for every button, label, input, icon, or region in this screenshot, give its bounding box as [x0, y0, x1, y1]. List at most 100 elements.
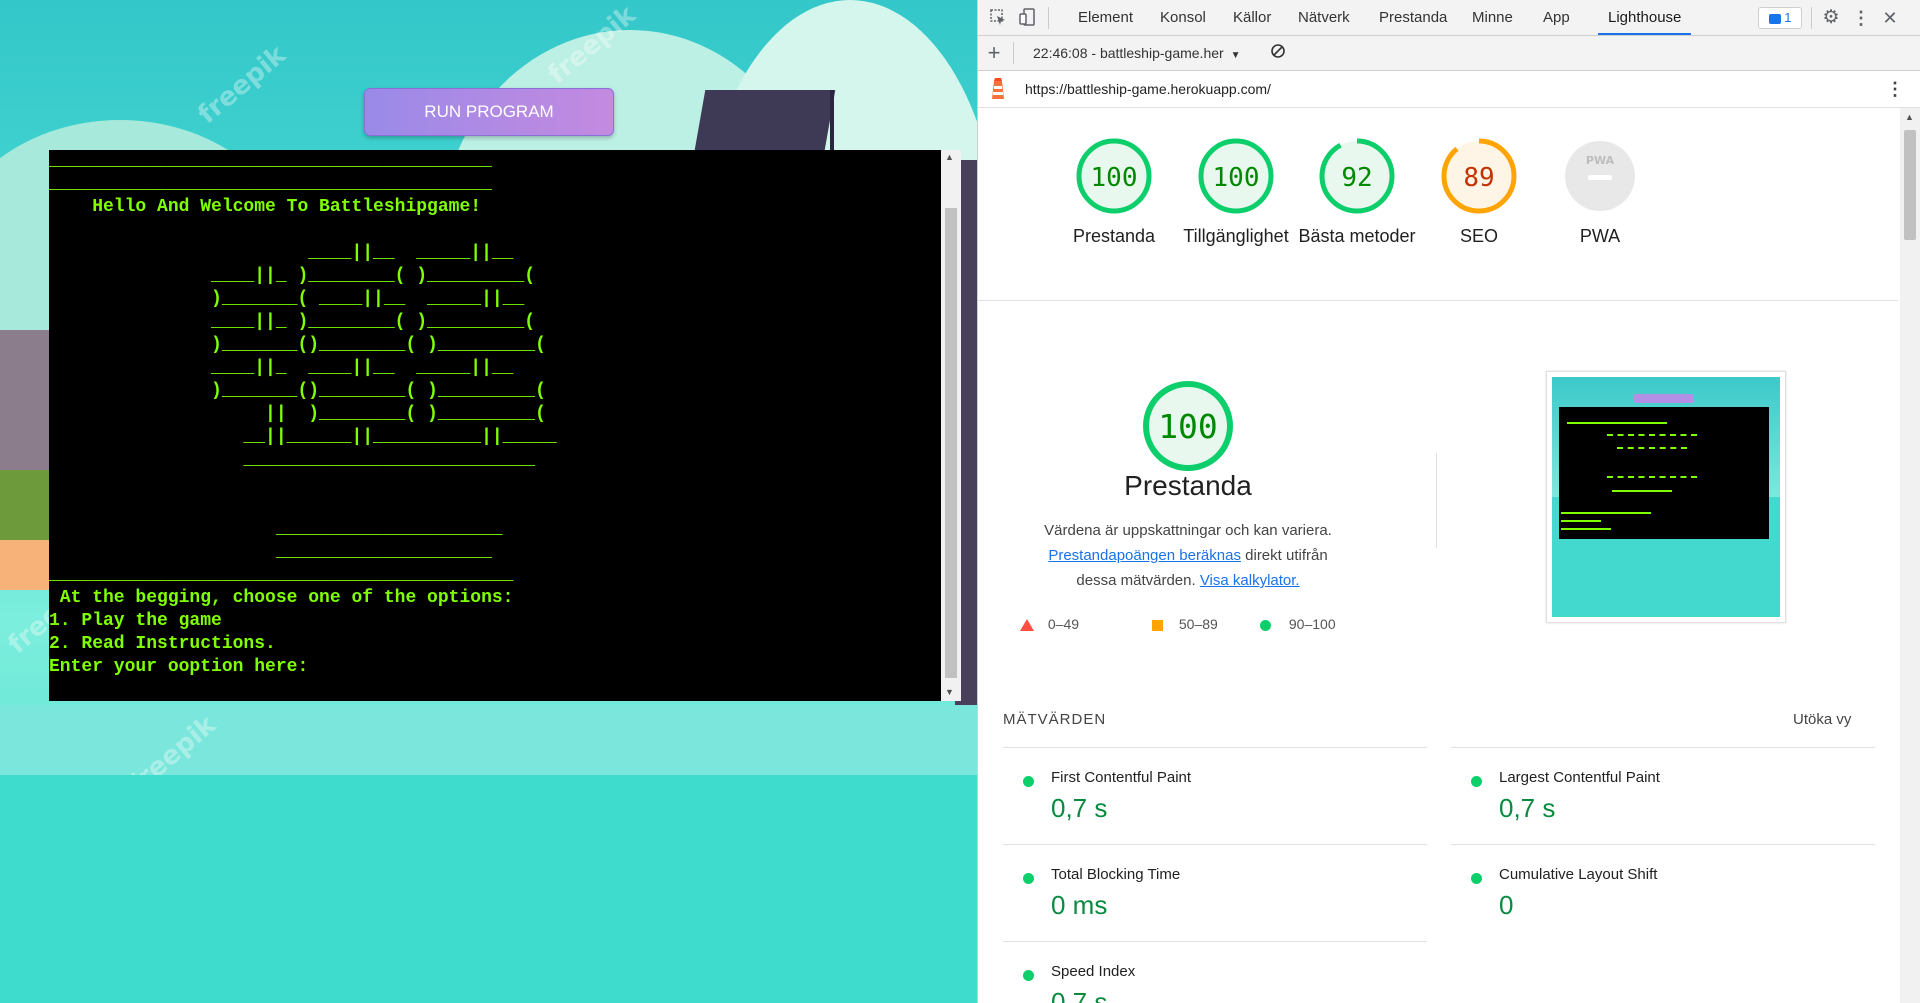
- score-legend: 0–49 50–89 90–100: [1020, 616, 1420, 640]
- expand-view-button[interactable]: Utöka vy: [1793, 711, 1851, 728]
- gauge-ring: 92: [1319, 138, 1395, 214]
- metric-label: Cumulative Layout Shift: [1499, 866, 1658, 883]
- metric-lcp: Largest Contentful Paint 0,7 s: [1451, 747, 1875, 843]
- description-text: Värdena är uppskattningar och kan varier…: [1044, 522, 1332, 539]
- score-gauge-seo[interactable]: 89 SEO: [1419, 134, 1539, 249]
- metric-si: Speed Index 0,7 s: [1003, 941, 1427, 1003]
- inspect-icon[interactable]: [988, 8, 1008, 28]
- device-toolbar-icon[interactable]: [1018, 8, 1038, 28]
- metric-label: Speed Index: [1051, 963, 1136, 980]
- watermark: freepik: [192, 40, 292, 130]
- more-icon[interactable]: ⋮: [1851, 8, 1871, 28]
- chevron-down-icon: ▼: [1230, 50, 1241, 61]
- report-scroll-thumb[interactable]: [1904, 130, 1916, 240]
- terminal-output: ________________________________________…: [49, 151, 557, 677]
- report-scrollbar[interactable]: ▲: [1900, 108, 1920, 1003]
- terminal[interactable]: ________________________________________…: [49, 150, 941, 701]
- metric-value: 0 ms: [1051, 890, 1108, 920]
- gauge-label: Tillgänglighet: [1183, 226, 1289, 246]
- metric-fcp: First Contentful Paint 0,7 s: [1003, 747, 1427, 843]
- score-gauge-pwa[interactable]: PWA PWA: [1540, 134, 1660, 249]
- score-gauge-prestanda[interactable]: 100 Prestanda: [1054, 134, 1174, 249]
- score-gauge-basta-metoder[interactable]: 92 Bästa metoder: [1297, 134, 1417, 249]
- gauge-label: Bästa metoder: [1298, 226, 1416, 246]
- legend-item-average: 50–89: [1152, 616, 1218, 632]
- score-gauge-tillganglighet[interactable]: 100 Tillgänglighet: [1176, 134, 1296, 249]
- gauge-ring: 100: [1076, 138, 1152, 214]
- main-score-description: Värdena är uppskattningar och kan varier…: [1028, 518, 1348, 593]
- add-icon[interactable]: +: [984, 42, 1004, 64]
- devtools-panel: Element Konsol Källor Nätverk Prestanda …: [977, 0, 1920, 1003]
- divider: [978, 300, 1898, 301]
- lighthouse-report: 100 Prestanda 100 Tillgänglighet 92 Bästa m…: [978, 108, 1898, 1003]
- circle-icon: [1260, 619, 1271, 631]
- metric-value: 0,7 s: [1499, 793, 1556, 823]
- gauge-score-value: 92: [1341, 163, 1372, 193]
- main-score-gauge: 100: [1128, 366, 1248, 486]
- terminal-scrollbar[interactable]: ▲ ▼: [941, 150, 961, 701]
- pass-dot-icon: [1023, 970, 1034, 981]
- pass-dot-icon: [1023, 873, 1034, 884]
- report-select[interactable]: 22:46:08 - battleship-game.her ▼: [1033, 36, 1240, 70]
- tab-element[interactable]: Element: [1078, 0, 1133, 35]
- metric-tbt: Total Blocking Time 0 ms: [1003, 844, 1427, 940]
- tab-prestanda[interactable]: Prestanda: [1379, 0, 1447, 35]
- gauge-score-value: 100: [1091, 163, 1138, 193]
- lighthouse-icon: [988, 77, 1008, 106]
- lighthouse-toolbar: + 22:46:08 - battleship-game.her ▼: [978, 36, 1920, 71]
- metric-label: Largest Contentful Paint: [1499, 769, 1660, 786]
- gauge-ring: 89: [1441, 138, 1517, 214]
- tab-app[interactable]: App: [1543, 0, 1570, 35]
- metric-value: 0,7 s: [1051, 987, 1108, 1003]
- metric-value: 0,7 s: [1051, 793, 1108, 823]
- gauge-label: SEO: [1459, 226, 1498, 246]
- scroll-up-arrow-icon[interactable]: ▲: [1905, 112, 1914, 122]
- tab-konsol[interactable]: Konsol: [1160, 0, 1206, 35]
- url-more-icon[interactable]: ⋮: [1886, 71, 1904, 107]
- divider: [1436, 453, 1437, 548]
- main-score-title: Prestanda: [1124, 470, 1252, 501]
- metric-label: Total Blocking Time: [1051, 866, 1181, 883]
- close-icon[interactable]: ✕: [1880, 8, 1900, 28]
- main-score-value: 100: [1158, 407, 1218, 446]
- score-calc-link[interactable]: Prestandapoängen beräknas: [1048, 547, 1241, 564]
- metrics-heading: MÄTVÄRDEN: [1003, 711, 1107, 728]
- gauge-label: Prestanda: [1072, 226, 1156, 246]
- settings-icon[interactable]: ⚙: [1821, 8, 1841, 28]
- page-screenshot-thumbnail[interactable]: [1546, 371, 1786, 623]
- run-program-button[interactable]: RUN PROGRAM: [364, 88, 614, 136]
- pwa-badge-icon: PWA: [1586, 154, 1615, 167]
- square-icon: [1152, 619, 1163, 631]
- tab-natverk[interactable]: Nätverk: [1298, 0, 1350, 35]
- tab-kallor[interactable]: Källor: [1233, 0, 1271, 35]
- web-page: freepik freepik freepik freepik RUN PROG…: [0, 0, 977, 1003]
- gauge-score-value: 100: [1213, 163, 1260, 193]
- gauge-ring: 100: [1198, 138, 1274, 214]
- block-icon[interactable]: [1268, 43, 1288, 63]
- gauge-ring: PWA: [1565, 141, 1635, 211]
- pass-dot-icon: [1023, 776, 1034, 787]
- issues-badge[interactable]: 1: [1758, 7, 1802, 29]
- metric-label: First Contentful Paint: [1051, 769, 1192, 786]
- legend-item-fail: 0–49: [1020, 616, 1079, 632]
- tab-lighthouse[interactable]: Lighthouse: [1598, 0, 1692, 35]
- pass-dot-icon: [1471, 776, 1482, 787]
- triangle-icon: [1020, 619, 1034, 632]
- gauge-label: PWA: [1579, 226, 1621, 246]
- gauge-score-value: 89: [1463, 163, 1494, 193]
- report-select-value: 22:46:08 - battleship-game.her: [1033, 45, 1224, 61]
- scroll-down-arrow-icon[interactable]: ▼: [945, 687, 954, 697]
- tab-minne[interactable]: Minne: [1472, 0, 1513, 35]
- pass-dot-icon: [1471, 873, 1482, 884]
- issues-icon: [1768, 13, 1781, 24]
- url-bar: https://battleship-game.herokuapp.com/ ⋮: [978, 71, 1920, 108]
- devtools-tab-bar: Element Konsol Källor Nätverk Prestanda …: [978, 0, 1920, 36]
- legend-item-pass: 90–100: [1260, 616, 1336, 632]
- metric-cls: Cumulative Layout Shift 0: [1451, 844, 1875, 940]
- page-url: https://battleship-game.herokuapp.com/: [1025, 81, 1271, 97]
- issues-count: 1: [1784, 10, 1792, 25]
- scroll-up-arrow-icon[interactable]: ▲: [945, 152, 954, 162]
- terminal-scroll-thumb[interactable]: [945, 208, 957, 678]
- pwa-dash-icon: [1588, 175, 1612, 180]
- show-calculator-link[interactable]: Visa kalkylator.: [1200, 572, 1300, 589]
